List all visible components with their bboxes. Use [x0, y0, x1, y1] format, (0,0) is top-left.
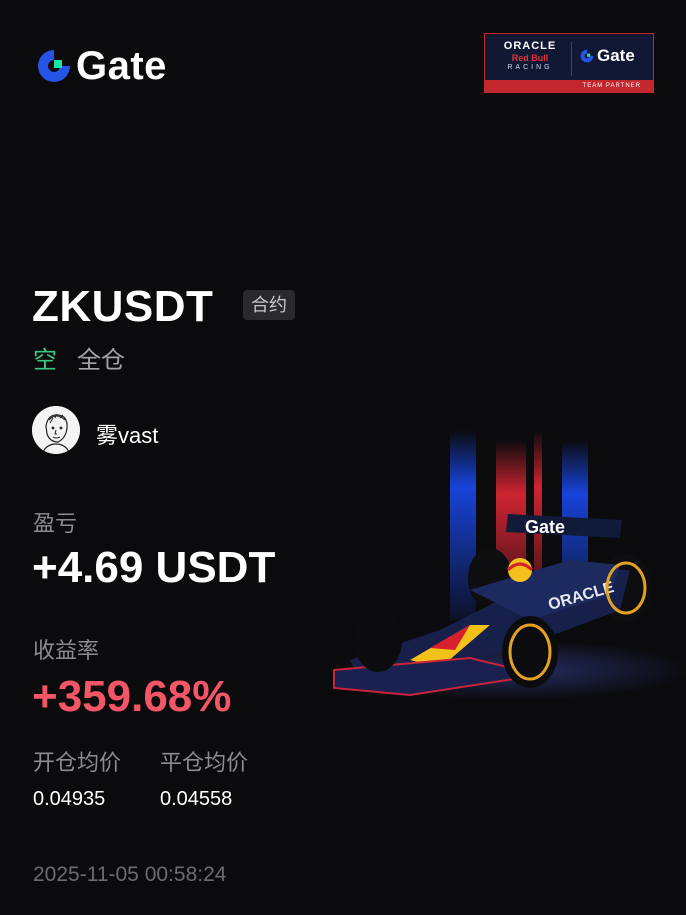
position-side: 空 [33, 347, 57, 374]
trading-pair: ZKUSDT [32, 282, 214, 331]
gate-small-icon [580, 49, 594, 63]
sketch-portrait-icon [32, 406, 80, 454]
badge-divider [571, 42, 572, 76]
close-price-label: 平仓均价 [160, 750, 249, 775]
username: 雾vast [96, 423, 159, 448]
margin-mode: 全仓 [77, 347, 125, 374]
pnl-label: 盈亏 [33, 511, 78, 536]
team-partner-text: TEAM PARTNER [485, 80, 653, 92]
car-wing-logo-text: Gate [525, 517, 565, 537]
gate-logo: Gate [34, 46, 167, 86]
gate-logo-text: Gate [76, 44, 167, 88]
open-price-value: 0.04935 [33, 788, 106, 810]
timestamp: 2025-11-05 00:58:24 [33, 863, 227, 886]
partner-gate-text: Gate [597, 46, 635, 65]
gate-logo-icon [38, 50, 70, 82]
pnl-value: +4.69 USDT [32, 543, 276, 592]
f1-car-illustration: Gate ORACLE [330, 430, 686, 700]
racing-text: RACING [507, 64, 553, 71]
close-price-value: 0.04558 [160, 788, 233, 810]
open-price-label: 开仓均价 [33, 750, 122, 775]
redbull-text: Red Bull [511, 53, 549, 63]
contract-badge: 合约 [243, 290, 295, 320]
team-partner-badge: ORACLE Red Bull RACING Gate TEAM PARTNER [484, 33, 654, 93]
roe-value: +359.68% [32, 672, 232, 721]
roe-label: 收益率 [33, 638, 100, 663]
front-left-wheel [354, 608, 402, 672]
driver-helmet [508, 558, 532, 582]
oracle-text: ORACLE [503, 40, 557, 52]
avatar [32, 406, 80, 454]
redbull-racing-logo: ORACLE Red Bull RACING [493, 40, 567, 71]
partner-gate-logo: Gate [579, 46, 635, 66]
